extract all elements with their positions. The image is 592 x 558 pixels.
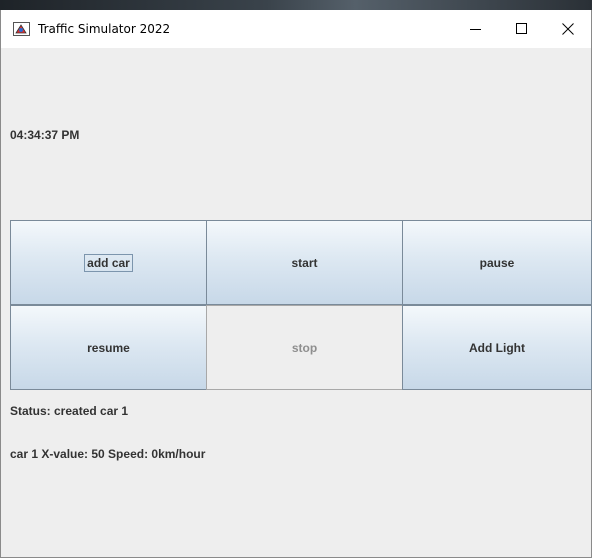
stop-label: stop [291,340,318,355]
add-car-label: add car [84,253,133,272]
start-label: start [291,255,318,270]
title-bar[interactable]: Traffic Simulator 2022 [1,10,591,48]
stop-button: stop [206,305,403,390]
close-icon [562,23,574,35]
add-light-label: Add Light [469,340,525,355]
add-light-button[interactable]: Add Light [402,305,592,390]
pause-label: pause [479,255,515,270]
desktop-background [0,0,592,10]
close-button[interactable] [545,10,591,48]
resume-label: resume [87,340,130,355]
app-window: Traffic Simulator 2022 04:34:37 PM add c… [0,10,592,558]
start-button[interactable]: start [206,220,403,305]
add-car-button[interactable]: add car [10,220,207,305]
clock-label: 04:34:37 PM [10,128,80,142]
pause-button[interactable]: pause [402,220,592,305]
resume-button[interactable]: resume [10,305,207,390]
maximize-button[interactable] [499,10,545,48]
minimize-icon [470,29,481,30]
java-app-icon [13,22,30,36]
car-info-label: car 1 X-value: 50 Speed: 0km/hour [10,447,206,461]
maximize-icon [516,23,527,34]
control-button-grid: add car start pause resume stop Add Ligh… [10,220,592,390]
status-label: Status: created car 1 [10,404,129,418]
window-title: Traffic Simulator 2022 [38,22,171,36]
minimize-button[interactable] [453,10,499,48]
